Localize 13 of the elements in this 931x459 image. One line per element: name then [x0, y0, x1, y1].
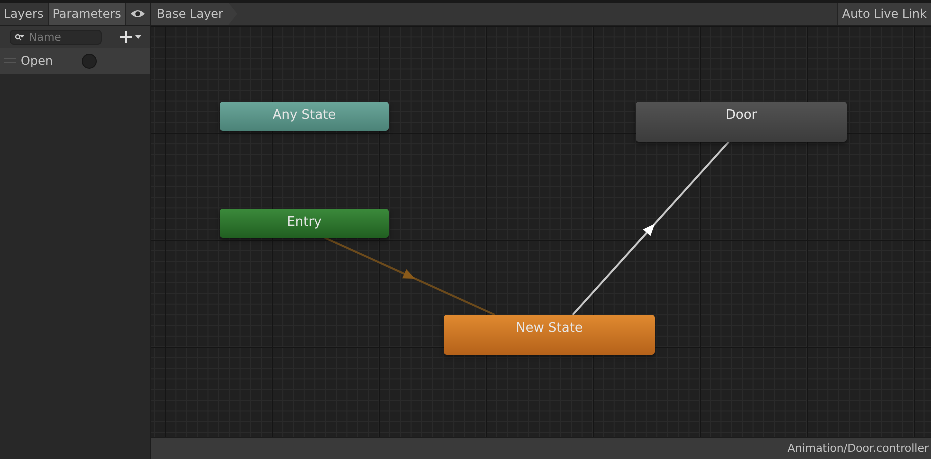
drag-handle-icon[interactable]	[4, 58, 16, 64]
panel-tab[interactable]: Layers	[0, 3, 49, 25]
state-node[interactable]: Entry	[220, 209, 389, 238]
trigger-toggle[interactable]	[82, 54, 97, 68]
parameter-name: Open	[21, 54, 54, 68]
eye-icon[interactable]	[130, 9, 146, 19]
panel-tab[interactable]: Parameters	[48, 3, 126, 25]
status-path: Animation/Door.controller	[788, 442, 929, 455]
add-dropdown-icon[interactable]	[120, 30, 144, 44]
state-node[interactable]: Door	[636, 102, 847, 142]
breadcrumb-tab[interactable]: Base Layer	[151, 3, 238, 25]
auto-live-link-button[interactable]: Auto Live Link	[837, 3, 931, 25]
search-field[interactable]: Name	[10, 30, 102, 44]
